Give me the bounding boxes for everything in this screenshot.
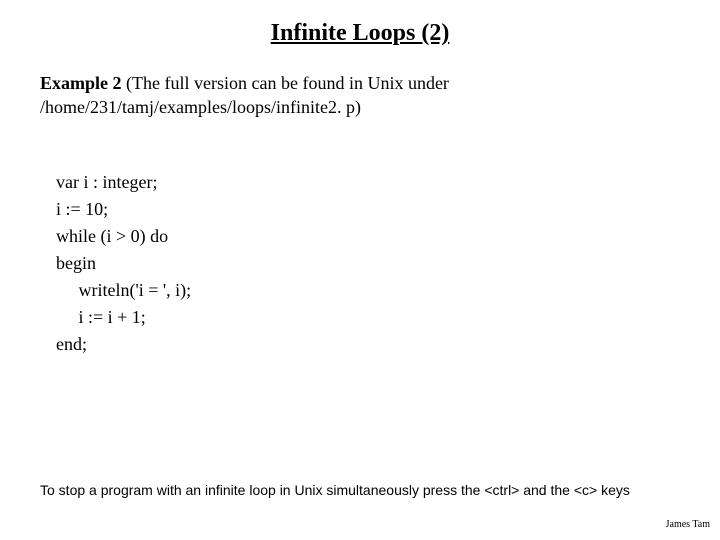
code-line: while (i > 0) do xyxy=(56,226,168,246)
code-line: writeln('i = ', i); xyxy=(56,280,191,300)
example-label: Example 2 xyxy=(40,73,122,93)
slide-content: Infinite Loops (2) Example 2 (The full v… xyxy=(0,0,720,540)
slide-title: Infinite Loops (2) xyxy=(40,20,680,47)
footer-note: To stop a program with an infinite loop … xyxy=(40,482,630,498)
code-line: begin xyxy=(56,253,96,273)
code-line: end; xyxy=(56,334,87,354)
code-line: i := i + 1; xyxy=(56,307,146,327)
author-credit: James Tam xyxy=(666,519,710,530)
code-line: var i : integer; xyxy=(56,172,157,192)
example-intro: Example 2 (The full version can be found… xyxy=(40,71,680,120)
code-block: var i : integer; i := 10; while (i > 0) … xyxy=(56,142,680,358)
code-line: i := 10; xyxy=(56,199,108,219)
